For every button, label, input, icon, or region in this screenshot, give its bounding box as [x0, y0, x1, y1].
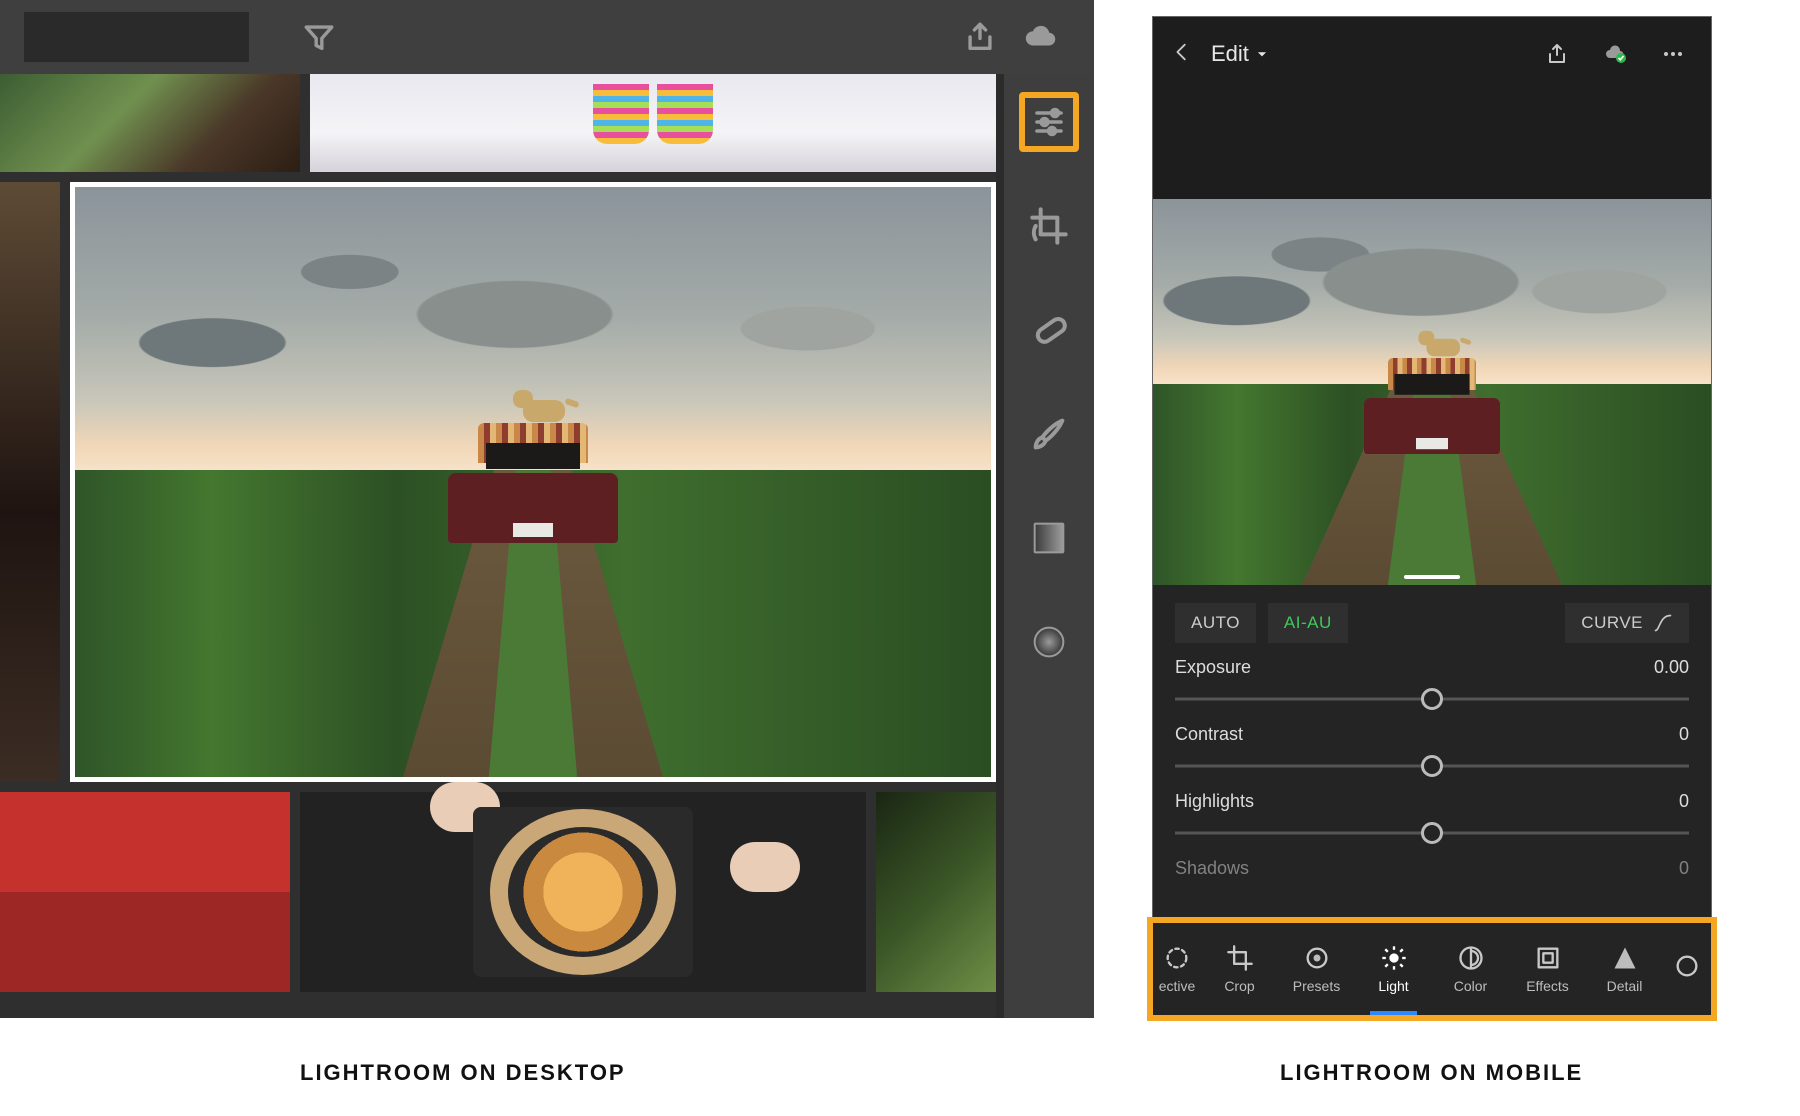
slider-track[interactable]	[1175, 751, 1689, 781]
mobile-topbar: Edit	[1153, 17, 1711, 91]
selected-photo[interactable]	[70, 182, 996, 782]
share-icon[interactable]	[950, 20, 1010, 54]
tab-Effects[interactable]: Effects	[1509, 923, 1586, 1015]
thumbnail[interactable]	[0, 182, 60, 782]
curve-label: CURVE	[1581, 613, 1643, 633]
mobile-tool-tabs: ective Crop Presets Light Color Effects …	[1153, 923, 1711, 1015]
tab-label: Color	[1454, 978, 1487, 994]
cloud-sync-ok-icon[interactable]	[1595, 42, 1635, 66]
slider-value: 0	[1679, 858, 1689, 879]
slider-highlights[interactable]: Highlights 0	[1175, 791, 1689, 848]
slider-value: 0.00	[1654, 657, 1689, 678]
slider-track[interactable]	[1175, 684, 1689, 714]
slider-contrast[interactable]: Contrast 0	[1175, 724, 1689, 781]
tab-Detail[interactable]: Detail	[1586, 923, 1663, 1015]
effects-icon	[1534, 944, 1562, 972]
thumbnail[interactable]	[310, 74, 996, 172]
tab-label: ective	[1159, 978, 1196, 994]
slider-label: Contrast	[1175, 724, 1243, 745]
linear-gradient-icon[interactable]	[1019, 508, 1079, 568]
more-icon[interactable]	[1653, 42, 1693, 66]
slider-shadows[interactable]: Shadows 0	[1175, 858, 1689, 915]
slider-value: 0	[1679, 724, 1689, 745]
mode-dropdown[interactable]: Edit	[1211, 41, 1269, 67]
radial-gradient-icon[interactable]	[1019, 612, 1079, 672]
curve-icon	[1653, 613, 1673, 633]
ai-auto-button[interactable]: AI-AU	[1268, 603, 1348, 643]
optics-icon	[1673, 952, 1701, 980]
healing-icon[interactable]	[1019, 300, 1079, 360]
cloud-icon[interactable]	[1010, 20, 1070, 54]
color-icon	[1457, 944, 1485, 972]
tab-label: Crop	[1224, 978, 1254, 994]
tab-Crop[interactable]: Crop	[1201, 923, 1278, 1015]
brush-icon[interactable]	[1019, 404, 1079, 464]
presets-icon	[1303, 944, 1331, 972]
photo-viewport[interactable]	[1153, 199, 1711, 585]
light-icon	[1380, 944, 1408, 972]
thumbnail[interactable]	[0, 74, 300, 172]
tab-label: Light	[1378, 978, 1408, 994]
crop-icon[interactable]	[1019, 196, 1079, 256]
desktop-tool-rail	[996, 74, 1094, 1018]
slider-track[interactable]	[1175, 818, 1689, 848]
photo-grid[interactable]	[0, 74, 996, 1018]
selective-icon	[1163, 944, 1191, 972]
detail-icon	[1611, 944, 1639, 972]
slider-label: Exposure	[1175, 657, 1251, 678]
caption-mobile: LIGHTROOM ON MOBILE	[1280, 1060, 1583, 1086]
back-button[interactable]	[1171, 41, 1193, 68]
mode-label: Edit	[1211, 41, 1249, 67]
tab-Presets[interactable]: Presets	[1278, 923, 1355, 1015]
info-strip	[1153, 91, 1711, 199]
thumbnail[interactable]	[0, 792, 290, 992]
light-panel: AUTO AI-AU CURVE Exposure 0.00 Contrast …	[1153, 585, 1711, 933]
tab-ective[interactable]: ective	[1153, 923, 1201, 1015]
chevron-down-icon	[1255, 47, 1269, 61]
tab-Color[interactable]: Color	[1432, 923, 1509, 1015]
slider-value: 0	[1679, 791, 1689, 812]
drag-handle[interactable]	[1404, 575, 1460, 579]
lightroom-mobile: Edit AUTO AI-AU CURVE	[1152, 16, 1712, 1016]
tab-Light[interactable]: Light	[1355, 923, 1432, 1015]
tab-optics-icon[interactable]	[1663, 923, 1711, 1015]
auto-button[interactable]: AUTO	[1175, 603, 1256, 643]
tab-label: Effects	[1526, 978, 1569, 994]
thumbnail[interactable]	[876, 792, 996, 992]
crop-icon	[1226, 944, 1254, 972]
tab-label: Presets	[1293, 978, 1340, 994]
slider-label: Highlights	[1175, 791, 1254, 812]
tab-label: Detail	[1607, 978, 1643, 994]
slider-exposure[interactable]: Exposure 0.00	[1175, 657, 1689, 714]
filter-icon[interactable]	[289, 20, 349, 54]
edit-sliders-icon[interactable]	[1019, 92, 1079, 152]
caption-desktop: LIGHTROOM ON DESKTOP	[300, 1060, 626, 1086]
share-icon[interactable]	[1537, 42, 1577, 66]
curve-button[interactable]: CURVE	[1565, 603, 1689, 643]
desktop-topbar	[0, 0, 1094, 74]
slider-label: Shadows	[1175, 858, 1249, 879]
search-input[interactable]	[24, 12, 249, 62]
lightroom-desktop	[0, 0, 1094, 1018]
thumbnail[interactable]	[300, 792, 866, 992]
